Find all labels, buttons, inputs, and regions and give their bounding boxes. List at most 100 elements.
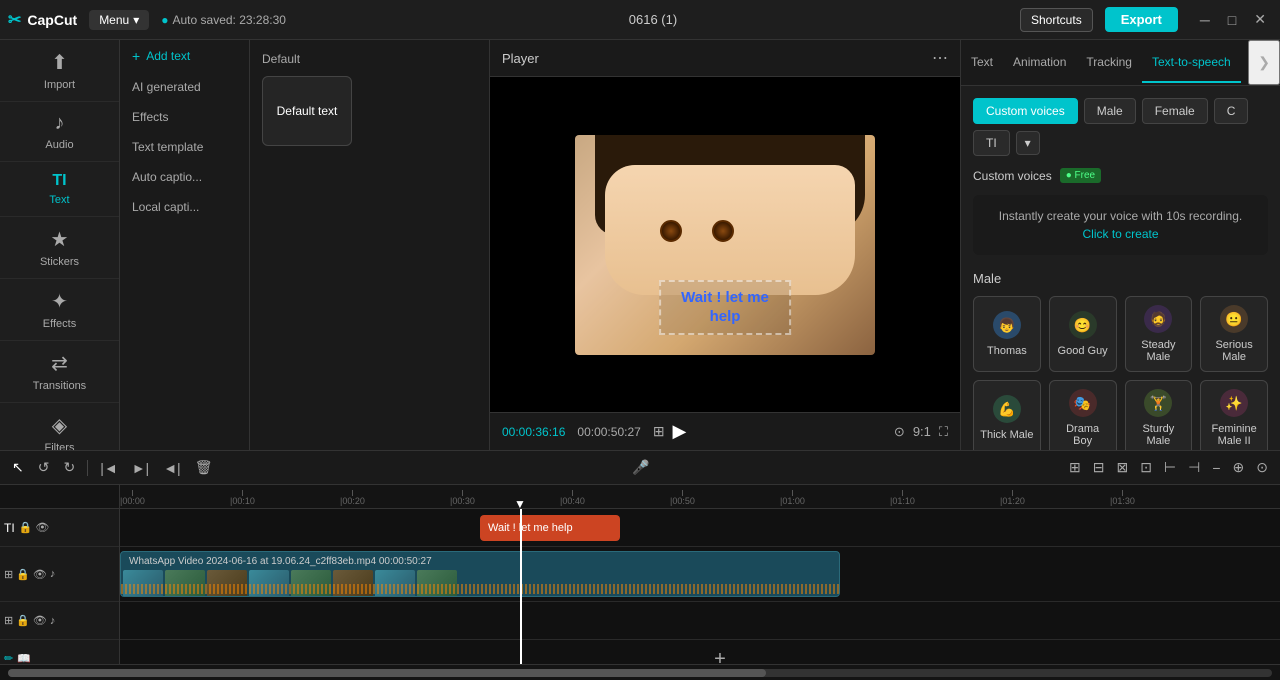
local-caption-button[interactable]: Local capti... bbox=[120, 192, 249, 222]
player-menu-button[interactable]: ⋯ bbox=[932, 48, 948, 68]
split-left-button[interactable]: ◄| bbox=[159, 458, 185, 478]
voice-card-drama-boy[interactable]: 🎭 Drama Boy bbox=[1049, 380, 1117, 450]
voice-card-thick-male[interactable]: 💪 Thick Male bbox=[973, 380, 1041, 450]
custom-voices-label: Custom voices bbox=[973, 169, 1052, 183]
zoom-in-button[interactable]: ⊕ bbox=[1229, 457, 1249, 478]
toolbar-item-stickers[interactable]: ★ Stickers bbox=[0, 217, 119, 279]
bookmark-icon-button[interactable]: 📖 bbox=[17, 652, 31, 664]
tab-animation[interactable]: Animation bbox=[1003, 43, 1076, 83]
timeline-settings-button[interactable]: ⊙ bbox=[1252, 457, 1272, 478]
voice-card-good-guy[interactable]: 😊 Good Guy bbox=[1049, 296, 1117, 372]
ruler-placeholder bbox=[0, 485, 119, 509]
project-id: 0616 (1) bbox=[298, 12, 1008, 27]
microphone-button[interactable]: 🎤 bbox=[628, 457, 653, 478]
toolbar-item-effects[interactable]: ✦ Effects bbox=[0, 279, 119, 341]
custom-voices-button[interactable]: Custom voices bbox=[973, 98, 1078, 124]
split-button[interactable]: |◄ bbox=[96, 458, 122, 478]
player-title: Player bbox=[502, 51, 539, 66]
toolbar-item-audio[interactable]: ♪ Audio bbox=[0, 102, 119, 162]
toolbar-item-transitions[interactable]: ⇄ Transitions bbox=[0, 341, 119, 403]
timeline-scrollbar-thumb[interactable] bbox=[8, 669, 766, 677]
timeline-toolbar: ↖ ↺ ↻ |◄ ►| ◄| 🗑 🎤 ⊞ ⊟ ⊠ ⊡ ⊢ ⊣ − ⊕ ⊙ bbox=[0, 451, 1280, 485]
voice-card-steady-male[interactable]: 🧔 Steady Male bbox=[1125, 296, 1193, 372]
female-button[interactable]: Female bbox=[1142, 98, 1208, 124]
click-to-create-link[interactable]: Click to create bbox=[1082, 227, 1158, 241]
redo-button[interactable]: ↻ bbox=[59, 457, 79, 478]
toolbar-item-import[interactable]: ⬆ Import bbox=[0, 40, 119, 102]
voice-grid: 👦 Thomas 😊 Good Guy 🧔 Steady Male 😐 Seri… bbox=[973, 296, 1268, 450]
timeline-tool-5[interactable]: ⊢ bbox=[1160, 457, 1180, 478]
auto-caption-label: Auto captio... bbox=[132, 170, 202, 184]
default-text-card[interactable]: Default text bbox=[262, 76, 352, 146]
audio-track-lock-button[interactable]: 🔒 bbox=[16, 614, 30, 627]
text-template-button[interactable]: Text template bbox=[120, 132, 249, 162]
audio-track-expand-button[interactable]: ⊞ bbox=[4, 614, 13, 627]
tab-text[interactable]: Text bbox=[961, 43, 1003, 83]
toolbar-item-filters[interactable]: ◈ Filters bbox=[0, 403, 119, 450]
timeline-main[interactable]: |00:00 |00:10 |00:20 |00:30 |00:40 |00:5… bbox=[120, 485, 1280, 664]
filters-icon: ◈ bbox=[52, 413, 67, 438]
thomas-avatar: 👦 bbox=[993, 311, 1021, 339]
video-track-audio-button[interactable]: ♪ bbox=[50, 568, 56, 580]
zoom-out-button[interactable]: − bbox=[1208, 457, 1224, 478]
video-track-expand-button[interactable]: ⊞ bbox=[4, 568, 13, 581]
text-track-visible-button[interactable]: 👁 bbox=[35, 521, 49, 534]
effects-button[interactable]: Effects bbox=[120, 102, 249, 132]
voice-card-feminine-male[interactable]: ✨ Feminine Male II bbox=[1200, 380, 1268, 450]
add-text-button[interactable]: + Add text bbox=[120, 40, 249, 72]
video-track-visible-button[interactable]: 👁 bbox=[33, 568, 47, 581]
close-button[interactable]: ✕ bbox=[1248, 9, 1272, 30]
timeline-scrollbar[interactable] bbox=[8, 669, 1272, 677]
split-right-button[interactable]: ►| bbox=[128, 458, 154, 478]
feminine-male-avatar: ✨ bbox=[1220, 389, 1248, 417]
timeline-tool-1[interactable]: ⊞ bbox=[1065, 457, 1085, 478]
toolbar-label-filters: Filters bbox=[45, 442, 75, 450]
export-button[interactable]: Export bbox=[1105, 7, 1178, 32]
timeline-tool-3[interactable]: ⊠ bbox=[1112, 457, 1132, 478]
tab-text-to-speech[interactable]: Text-to-speech bbox=[1142, 43, 1241, 83]
play-button[interactable]: ▶ bbox=[673, 421, 687, 442]
ai-generated-button[interactable]: AI generated bbox=[120, 72, 249, 102]
text-track-lock-button[interactable]: 🔒 bbox=[19, 521, 33, 534]
menu-button[interactable]: Menu ▾ bbox=[89, 10, 149, 30]
voice-card-serious-male[interactable]: 😐 Serious Male bbox=[1200, 296, 1268, 372]
expand-voices-button[interactable]: ▾ bbox=[1016, 131, 1040, 155]
good-guy-avatar: 😊 bbox=[1069, 311, 1097, 339]
add-track-button[interactable]: + bbox=[120, 640, 1280, 664]
undo-button[interactable]: ↺ bbox=[34, 457, 54, 478]
timeline-playhead[interactable] bbox=[520, 509, 522, 664]
voice-card-sturdy-male[interactable]: 🏋 Sturdy Male bbox=[1125, 380, 1193, 450]
player-controls: 00:00:36:16 00:00:50:27 ⊞ ▶ ⊙ 9:1 ⛶ bbox=[490, 412, 960, 450]
maximize-button[interactable]: □ bbox=[1222, 9, 1242, 30]
tab-tracking[interactable]: Tracking bbox=[1076, 43, 1142, 83]
timeline-tool-2[interactable]: ⊟ bbox=[1089, 457, 1109, 478]
delete-button[interactable]: 🗑 bbox=[191, 457, 217, 478]
male-button[interactable]: Male bbox=[1084, 98, 1136, 124]
fit-screen-button[interactable]: ⊙ bbox=[894, 424, 905, 440]
minimize-button[interactable]: ─ bbox=[1194, 9, 1216, 30]
audio-track-visible-button[interactable]: 👁 bbox=[33, 614, 47, 627]
ti-button[interactable]: TI bbox=[973, 130, 1010, 156]
video-clip[interactable]: WhatsApp Video 2024-06-16 at 19.06.24_c2… bbox=[120, 551, 840, 597]
text-clip[interactable]: Wait ! let me help bbox=[480, 515, 620, 541]
timeline-tool-4[interactable]: ⊡ bbox=[1136, 457, 1156, 478]
feminine-male-label: Feminine Male II bbox=[1207, 423, 1261, 447]
video-track-lock-button[interactable]: 🔒 bbox=[16, 568, 30, 581]
c-button[interactable]: C bbox=[1214, 98, 1249, 124]
audio-track-mute-button[interactable]: ♪ bbox=[50, 615, 56, 627]
select-tool-button[interactable]: ↖ bbox=[8, 457, 28, 478]
fullscreen-button[interactable]: ⛶ bbox=[939, 424, 948, 440]
shortcuts-button[interactable]: Shortcuts bbox=[1020, 8, 1093, 32]
right-panel: Text Animation Tracking Text-to-speech ❯… bbox=[960, 40, 1280, 450]
toolbar-item-text[interactable]: TI Text bbox=[0, 162, 119, 217]
scissors-icon: ✂ bbox=[8, 10, 21, 30]
video-clip-label: WhatsApp Video 2024-06-16 at 19.06.24_c2… bbox=[129, 556, 432, 567]
expand-button[interactable]: ❯ bbox=[1248, 40, 1280, 85]
default-section-title: Default bbox=[262, 52, 477, 66]
auto-caption-button[interactable]: Auto captio... bbox=[120, 162, 249, 192]
grid-view-button[interactable]: ⊞ bbox=[653, 423, 665, 440]
timeline-tool-6[interactable]: ⊣ bbox=[1184, 457, 1204, 478]
voice-card-thomas[interactable]: 👦 Thomas bbox=[973, 296, 1041, 372]
edit-icon-button[interactable]: ✏ bbox=[4, 652, 13, 664]
aspect-ratio-button[interactable]: 9:1 bbox=[913, 424, 931, 440]
